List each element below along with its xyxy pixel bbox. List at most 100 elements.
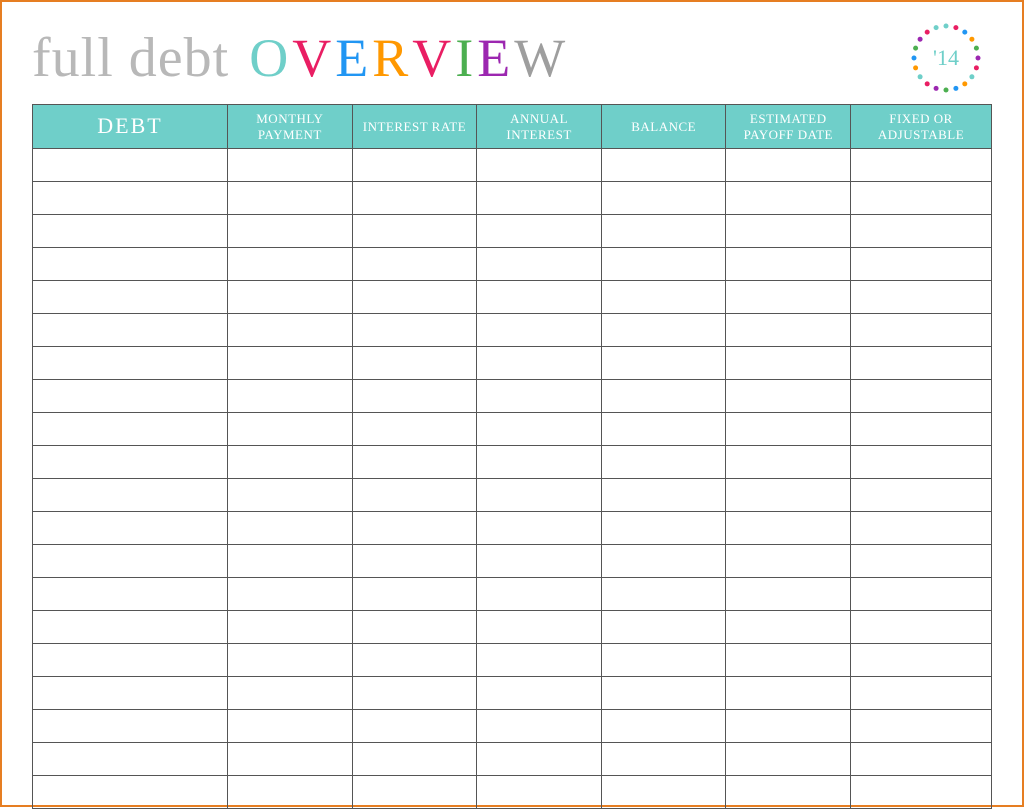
- table-cell[interactable]: [601, 347, 726, 380]
- table-cell[interactable]: [726, 413, 851, 446]
- table-cell[interactable]: [352, 380, 477, 413]
- table-cell[interactable]: [601, 644, 726, 677]
- table-cell[interactable]: [33, 446, 228, 479]
- table-cell[interactable]: [851, 644, 992, 677]
- table-cell[interactable]: [477, 776, 602, 809]
- table-cell[interactable]: [33, 149, 228, 182]
- table-cell[interactable]: [33, 644, 228, 677]
- table-cell[interactable]: [33, 479, 228, 512]
- table-cell[interactable]: [352, 215, 477, 248]
- table-cell[interactable]: [601, 380, 726, 413]
- table-cell[interactable]: [33, 677, 228, 710]
- table-cell[interactable]: [228, 347, 353, 380]
- table-cell[interactable]: [477, 743, 602, 776]
- table-cell[interactable]: [726, 248, 851, 281]
- table-cell[interactable]: [33, 248, 228, 281]
- table-cell[interactable]: [726, 446, 851, 479]
- table-cell[interactable]: [228, 512, 353, 545]
- table-cell[interactable]: [33, 743, 228, 776]
- table-cell[interactable]: [601, 611, 726, 644]
- table-cell[interactable]: [726, 710, 851, 743]
- table-cell[interactable]: [228, 446, 353, 479]
- table-cell[interactable]: [228, 281, 353, 314]
- table-cell[interactable]: [601, 149, 726, 182]
- table-cell[interactable]: [477, 182, 602, 215]
- table-cell[interactable]: [851, 347, 992, 380]
- table-cell[interactable]: [726, 677, 851, 710]
- table-cell[interactable]: [851, 776, 992, 809]
- table-cell[interactable]: [33, 314, 228, 347]
- table-cell[interactable]: [851, 314, 992, 347]
- table-cell[interactable]: [477, 479, 602, 512]
- table-cell[interactable]: [228, 215, 353, 248]
- table-cell[interactable]: [228, 380, 353, 413]
- table-cell[interactable]: [33, 710, 228, 743]
- table-cell[interactable]: [228, 710, 353, 743]
- table-cell[interactable]: [477, 314, 602, 347]
- table-cell[interactable]: [851, 248, 992, 281]
- table-cell[interactable]: [851, 182, 992, 215]
- table-cell[interactable]: [352, 611, 477, 644]
- table-cell[interactable]: [601, 710, 726, 743]
- table-cell[interactable]: [601, 446, 726, 479]
- table-cell[interactable]: [726, 182, 851, 215]
- table-cell[interactable]: [851, 380, 992, 413]
- table-cell[interactable]: [352, 413, 477, 446]
- table-cell[interactable]: [228, 479, 353, 512]
- table-cell[interactable]: [352, 479, 477, 512]
- table-cell[interactable]: [228, 611, 353, 644]
- table-cell[interactable]: [477, 413, 602, 446]
- table-cell[interactable]: [726, 149, 851, 182]
- table-cell[interactable]: [601, 578, 726, 611]
- table-cell[interactable]: [601, 479, 726, 512]
- table-cell[interactable]: [33, 182, 228, 215]
- table-cell[interactable]: [601, 281, 726, 314]
- table-cell[interactable]: [352, 512, 477, 545]
- table-cell[interactable]: [851, 446, 992, 479]
- table-cell[interactable]: [228, 677, 353, 710]
- table-cell[interactable]: [352, 446, 477, 479]
- table-cell[interactable]: [477, 281, 602, 314]
- table-cell[interactable]: [477, 347, 602, 380]
- table-cell[interactable]: [33, 611, 228, 644]
- table-cell[interactable]: [601, 314, 726, 347]
- table-cell[interactable]: [33, 776, 228, 809]
- table-cell[interactable]: [477, 710, 602, 743]
- table-cell[interactable]: [477, 215, 602, 248]
- table-cell[interactable]: [352, 149, 477, 182]
- table-cell[interactable]: [601, 677, 726, 710]
- table-cell[interactable]: [352, 776, 477, 809]
- table-cell[interactable]: [851, 149, 992, 182]
- table-cell[interactable]: [726, 776, 851, 809]
- table-cell[interactable]: [851, 710, 992, 743]
- table-cell[interactable]: [228, 182, 353, 215]
- table-cell[interactable]: [352, 248, 477, 281]
- table-cell[interactable]: [352, 578, 477, 611]
- table-cell[interactable]: [601, 182, 726, 215]
- table-cell[interactable]: [352, 314, 477, 347]
- table-cell[interactable]: [33, 347, 228, 380]
- table-cell[interactable]: [851, 578, 992, 611]
- table-cell[interactable]: [851, 281, 992, 314]
- table-cell[interactable]: [601, 776, 726, 809]
- table-cell[interactable]: [352, 743, 477, 776]
- table-cell[interactable]: [228, 578, 353, 611]
- table-cell[interactable]: [228, 644, 353, 677]
- table-cell[interactable]: [726, 578, 851, 611]
- table-cell[interactable]: [352, 545, 477, 578]
- table-cell[interactable]: [228, 248, 353, 281]
- table-cell[interactable]: [851, 545, 992, 578]
- table-cell[interactable]: [601, 248, 726, 281]
- table-cell[interactable]: [352, 281, 477, 314]
- table-cell[interactable]: [477, 677, 602, 710]
- table-cell[interactable]: [726, 611, 851, 644]
- table-cell[interactable]: [352, 677, 477, 710]
- table-cell[interactable]: [228, 314, 353, 347]
- table-cell[interactable]: [726, 644, 851, 677]
- table-cell[interactable]: [726, 512, 851, 545]
- table-cell[interactable]: [477, 248, 602, 281]
- table-cell[interactable]: [601, 413, 726, 446]
- table-cell[interactable]: [33, 578, 228, 611]
- table-cell[interactable]: [228, 743, 353, 776]
- table-cell[interactable]: [851, 479, 992, 512]
